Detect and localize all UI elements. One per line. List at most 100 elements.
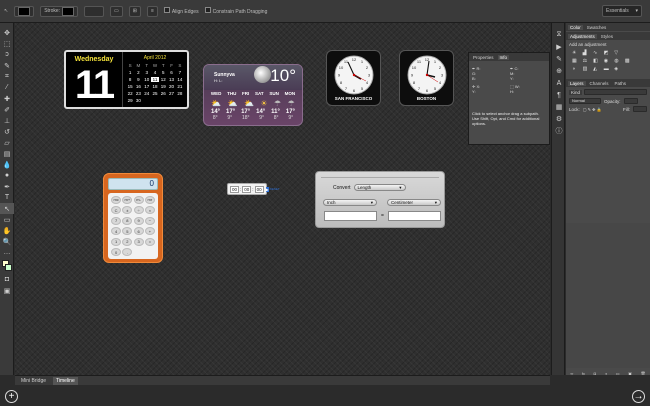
tab-properties[interactable]: Properties <box>471 55 496 60</box>
vibrance-icon[interactable]: ▽ <box>614 50 623 56</box>
dodge-tool-icon[interactable]: ● <box>0 170 14 181</box>
brush-tool-icon[interactable]: ✐ <box>0 104 14 115</box>
add-widget-icon[interactable]: + <box>5 390 18 403</box>
tab-channels[interactable]: Channels <box>588 81 611 86</box>
tab-timeline[interactable]: Timeline <box>53 376 78 385</box>
path-select-tool-icon[interactable]: ↖ <box>4 8 8 14</box>
layer-filter-kind[interactable]: Kind <box>569 89 583 95</box>
threshold-icon[interactable]: ◭ <box>593 66 602 72</box>
opacity-field[interactable] <box>623 98 638 104</box>
calculator-key[interactable]: mc <box>111 195 122 204</box>
align-edges-checkbox[interactable]: Align Edges <box>163 7 199 15</box>
info-panel-icon[interactable]: ⓘ <box>552 125 566 137</box>
tab-info[interactable]: Info <box>497 54 510 60</box>
calculator-key[interactable]: ± <box>122 206 133 215</box>
tab-mini-bridge[interactable]: Mini Bridge <box>18 377 49 385</box>
history-brush-tool-icon[interactable]: ↺ <box>0 126 14 137</box>
weather-widget[interactable]: Sunnyva H: L: 10° WED THU FRI SAT SUN MON ⛅ ⛅ ⛅… <box>203 64 303 126</box>
move-tool-icon[interactable]: ✥ <box>0 27 14 38</box>
more-tools-icon[interactable]: … <box>0 247 14 258</box>
gradient-tool-icon[interactable]: ▤ <box>0 148 14 159</box>
eyedropper-tool-icon[interactable]: ⁄ <box>0 82 14 93</box>
path-align-button[interactable]: ⊞ <box>128 5 141 17</box>
healing-tool-icon[interactable]: ✚ <box>0 93 14 104</box>
calculator-key[interactable]: × <box>144 206 155 215</box>
layer-filter-icons[interactable] <box>584 89 647 95</box>
hue-icon[interactable]: ▦ <box>572 58 581 64</box>
play-action-icon[interactable]: ▶ <box>552 41 566 53</box>
to-value-input[interactable] <box>387 211 441 221</box>
world-clock-boston[interactable]: 12 3 6 9 1245 7 8 10 11 BOSTON <box>399 50 454 106</box>
calculator-key[interactable]: 4 <box>111 227 122 236</box>
type-tool-icon[interactable]: T <box>0 192 14 203</box>
calculator-key[interactable]: 0 <box>111 248 122 257</box>
lookup-icon[interactable]: ▩ <box>625 58 634 64</box>
lock-icons[interactable]: ▢ ✎ ✥ 🔒 <box>583 107 602 112</box>
lasso-tool-icon[interactable]: ↄ <box>0 49 14 60</box>
calculator-key[interactable]: . <box>122 248 133 257</box>
calculator-key[interactable]: 7 <box>111 216 122 225</box>
posterize-icon[interactable]: ▥ <box>583 66 592 72</box>
exposure-icon[interactable]: ◩ <box>604 50 613 56</box>
calculator-key[interactable]: ÷ <box>133 206 144 215</box>
paragraph-panel-icon[interactable]: ¶ <box>552 89 566 101</box>
from-unit-select[interactable]: Inch ▾ <box>323 199 377 206</box>
screen-mode-icon[interactable]: ▣ <box>0 285 14 296</box>
tab-color[interactable]: Color <box>568 24 583 30</box>
tab-adjustments[interactable]: Adjustments <box>568 33 597 39</box>
zoom-tool-icon[interactable]: 🔍 <box>0 236 14 247</box>
layers-list[interactable] <box>566 223 650 368</box>
tab-layers[interactable]: Layers <box>568 80 586 86</box>
constrain-checkbox[interactable]: Constrain Path Dragging <box>204 7 267 15</box>
calculator-key[interactable]: + <box>144 227 155 236</box>
mixer-icon[interactable]: ◍ <box>614 58 623 64</box>
stopwatch-widget[interactable]: 00: 00: 00 ▶ RESET <box>227 183 280 195</box>
calculator-key[interactable]: − <box>144 216 155 225</box>
manage-widgets-arrow-icon[interactable]: → <box>632 390 645 403</box>
bw-icon[interactable]: ◧ <box>593 58 602 64</box>
calculator-key[interactable]: mr <box>144 195 155 204</box>
calendar-widget[interactable]: Wednesday 11 April 2012 SMTWTFS123456789… <box>64 50 189 109</box>
unit-converter-widget[interactable]: Convert Length ▾ Inch ▾ Centimeter ▾ = <box>315 171 445 228</box>
stopwatch-reset[interactable]: RESET <box>270 187 280 191</box>
hand-tool-icon[interactable]: ✋ <box>0 225 14 236</box>
character-panel-icon[interactable]: A <box>552 77 566 89</box>
calculator-key[interactable]: 2 <box>122 237 133 246</box>
width-field[interactable] <box>84 5 105 17</box>
photo-filter-icon[interactable]: ◉ <box>604 58 613 64</box>
quick-mask-icon[interactable]: ◘ <box>0 274 14 285</box>
tab-styles[interactable]: Styles <box>599 34 615 39</box>
fill-field[interactable] <box>633 106 647 112</box>
calculator-key[interactable]: C <box>111 206 122 215</box>
tool-presets-icon[interactable]: ⚙ <box>552 113 566 125</box>
quick-select-tool-icon[interactable]: ✎ <box>0 60 14 71</box>
invert-icon[interactable]: ◑ <box>572 66 581 72</box>
blur-tool-icon[interactable]: 💧 <box>0 159 14 170</box>
brightness-icon[interactable]: ☀ <box>572 50 581 56</box>
tab-paths[interactable]: Paths <box>613 81 629 86</box>
stroke-dropdown[interactable]: Stroke: <box>40 5 79 17</box>
category-select[interactable]: Length ▾ <box>353 184 406 191</box>
calculator-key[interactable]: 8 <box>122 216 133 225</box>
tab-swatches[interactable]: Swatches <box>585 25 609 30</box>
path-arrange-button[interactable]: ≡ <box>146 5 158 17</box>
play-icon[interactable]: ▶ <box>265 186 269 192</box>
calculator-key[interactable]: 6 <box>133 227 144 236</box>
shape-tool-icon[interactable]: ▭ <box>0 214 14 225</box>
blend-mode-select[interactable]: Normal <box>569 98 601 104</box>
calculator-key[interactable]: = <box>144 237 155 246</box>
workspace-select[interactable]: Essentials ▾ <box>602 5 642 17</box>
gradient-map-icon[interactable]: ▬ <box>604 66 613 72</box>
color-swatches[interactable] <box>0 258 13 274</box>
selective-color-icon[interactable]: ◈ <box>614 66 623 72</box>
calculator-key[interactable]: 3 <box>133 237 144 246</box>
world-clock-san-francisco[interactable]: 12 3 6 9 1245 7 8 10 11 SAN FRANCISCO <box>326 50 381 106</box>
marquee-tool-icon[interactable]: ⬚ <box>0 38 14 49</box>
history-icon[interactable]: ⧖ <box>552 29 566 41</box>
levels-icon[interactable]: ▟ <box>583 50 592 56</box>
clone-source-icon[interactable]: ⊕ <box>552 65 566 77</box>
layer-comps-icon[interactable]: ▦ <box>552 101 566 113</box>
brush-panel-icon[interactable]: ✎ <box>552 53 566 65</box>
balance-icon[interactable]: ⚖ <box>583 58 592 64</box>
calculator-key[interactable]: 1 <box>111 237 122 246</box>
